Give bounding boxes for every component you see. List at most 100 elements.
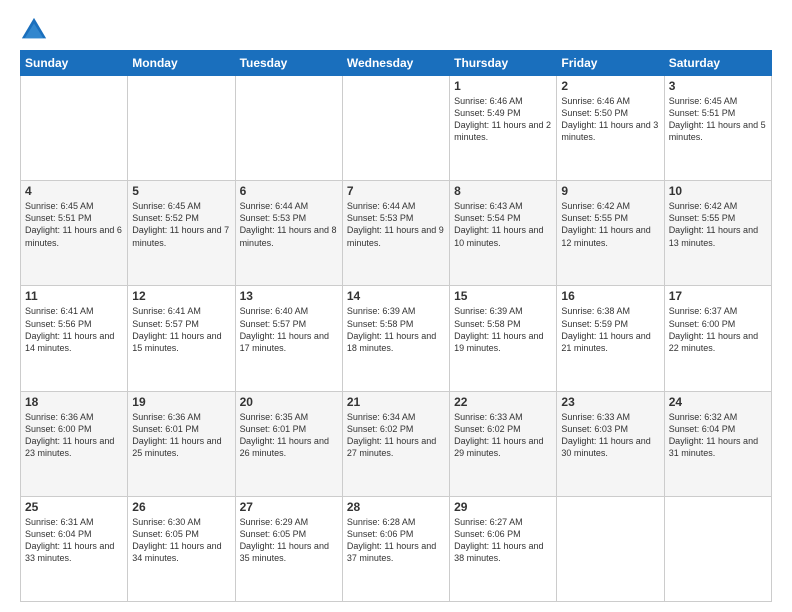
day-cell: 17 Sunrise: 6:37 AMSunset: 6:00 PMDayligh… xyxy=(664,286,771,391)
day-number: 13 xyxy=(240,289,338,303)
day-cell: 9 Sunrise: 6:42 AMSunset: 5:55 PMDaylight… xyxy=(557,181,664,286)
day-number: 20 xyxy=(240,395,338,409)
day-cell xyxy=(342,76,449,181)
day-info: Sunrise: 6:35 AMSunset: 6:01 PMDaylight:… xyxy=(240,411,338,460)
day-cell: 21Sunrise: 6:34 AMSunset: 6:02 PMDayligh… xyxy=(342,391,449,496)
day-number: 12 xyxy=(132,289,230,303)
day-info: Sunrise: 6:36 AMSunset: 6:00 PMDaylight:… xyxy=(25,411,123,460)
day-cell xyxy=(128,76,235,181)
day-cell: 7 Sunrise: 6:44 AMSunset: 5:53 PMDaylight… xyxy=(342,181,449,286)
day-cell: 2 Sunrise: 6:46 AMSunset: 5:50 PMDaylight… xyxy=(557,76,664,181)
day-number: 5 xyxy=(132,184,230,198)
day-cell: 1 Sunrise: 6:46 AMSunset: 5:49 PMDaylight… xyxy=(450,76,557,181)
header-sunday: Sunday xyxy=(21,51,128,76)
day-info: Sunrise: 6:41 AMSunset: 5:57 PMDaylight:… xyxy=(132,305,230,354)
day-info: Sunrise: 6:43 AMSunset: 5:54 PMDaylight:… xyxy=(454,200,552,249)
day-info: Sunrise: 6:40 AMSunset: 5:57 PMDaylight:… xyxy=(240,305,338,354)
logo xyxy=(20,16,50,44)
header-thursday: Thursday xyxy=(450,51,557,76)
day-info: Sunrise: 6:31 AMSunset: 6:04 PMDaylight:… xyxy=(25,516,123,565)
day-number: 23 xyxy=(561,395,659,409)
day-info: Sunrise: 6:41 AMSunset: 5:56 PMDaylight:… xyxy=(25,305,123,354)
header-wednesday: Wednesday xyxy=(342,51,449,76)
day-info: Sunrise: 6:32 AMSunset: 6:04 PMDaylight:… xyxy=(669,411,767,460)
day-cell: 4 Sunrise: 6:45 AMSunset: 5:51 PMDaylight… xyxy=(21,181,128,286)
day-info: Sunrise: 6:45 AMSunset: 5:52 PMDaylight:… xyxy=(132,200,230,249)
day-info: Sunrise: 6:27 AMSunset: 6:06 PMDaylight:… xyxy=(454,516,552,565)
header-monday: Monday xyxy=(128,51,235,76)
day-cell: 18 Sunrise: 6:36 AMSunset: 6:00 PMDayligh… xyxy=(21,391,128,496)
day-number: 29 xyxy=(454,500,552,514)
day-number: 19 xyxy=(132,395,230,409)
day-info: Sunrise: 6:46 AMSunset: 5:50 PMDaylight:… xyxy=(561,95,659,144)
day-info: Sunrise: 6:39 AMSunset: 5:58 PMDaylight:… xyxy=(347,305,445,354)
day-number: 1 xyxy=(454,79,552,93)
header-saturday: Saturday xyxy=(664,51,771,76)
day-info: Sunrise: 6:38 AMSunset: 5:59 PMDaylight:… xyxy=(561,305,659,354)
day-info: Sunrise: 6:44 AMSunset: 5:53 PMDaylight:… xyxy=(240,200,338,249)
day-info: Sunrise: 6:34 AMSunset: 6:02 PMDaylight:… xyxy=(347,411,445,460)
day-info: Sunrise: 6:30 AMSunset: 6:05 PMDaylight:… xyxy=(132,516,230,565)
day-cell: 13 Sunrise: 6:40 AMSunset: 5:57 PMDayligh… xyxy=(235,286,342,391)
day-info: Sunrise: 6:45 AMSunset: 5:51 PMDaylight:… xyxy=(25,200,123,249)
day-info: Sunrise: 6:45 AMSunset: 5:51 PMDaylight:… xyxy=(669,95,767,144)
day-number: 7 xyxy=(347,184,445,198)
day-info: Sunrise: 6:42 AMSunset: 5:55 PMDaylight:… xyxy=(561,200,659,249)
day-number: 10 xyxy=(669,184,767,198)
day-cell: 27 Sunrise: 6:29 AMSunset: 6:05 PMDayligh… xyxy=(235,496,342,601)
day-number: 24 xyxy=(669,395,767,409)
day-cell: 6 Sunrise: 6:44 AMSunset: 5:53 PMDaylight… xyxy=(235,181,342,286)
day-cell: 15 Sunrise: 6:39 AMSunset: 5:58 PMDayligh… xyxy=(450,286,557,391)
week-row-5: 25Sunrise: 6:31 AMSunset: 6:04 PMDayligh… xyxy=(21,496,772,601)
week-row-1: 1 Sunrise: 6:46 AMSunset: 5:49 PMDaylight… xyxy=(21,76,772,181)
day-info: Sunrise: 6:28 AMSunset: 6:06 PMDaylight:… xyxy=(347,516,445,565)
day-cell: 23 Sunrise: 6:33 AMSunset: 6:03 PMDayligh… xyxy=(557,391,664,496)
day-info: Sunrise: 6:33 AMSunset: 6:03 PMDaylight:… xyxy=(561,411,659,460)
calendar-table: Sunday Monday Tuesday Wednesday Thursday… xyxy=(20,50,772,602)
day-number: 26 xyxy=(132,500,230,514)
week-row-3: 11Sunrise: 6:41 AMSunset: 5:56 PMDayligh… xyxy=(21,286,772,391)
day-cell: 3 Sunrise: 6:45 AMSunset: 5:51 PMDaylight… xyxy=(664,76,771,181)
day-info: Sunrise: 6:36 AMSunset: 6:01 PMDaylight:… xyxy=(132,411,230,460)
day-cell xyxy=(664,496,771,601)
day-cell: 22 Sunrise: 6:33 AMSunset: 6:02 PMDayligh… xyxy=(450,391,557,496)
day-cell: 29 Sunrise: 6:27 AMSunset: 6:06 PMDayligh… xyxy=(450,496,557,601)
day-number: 22 xyxy=(454,395,552,409)
day-number: 4 xyxy=(25,184,123,198)
day-info: Sunrise: 6:39 AMSunset: 5:58 PMDaylight:… xyxy=(454,305,552,354)
day-cell: 20 Sunrise: 6:35 AMSunset: 6:01 PMDayligh… xyxy=(235,391,342,496)
day-number: 3 xyxy=(669,79,767,93)
day-info: Sunrise: 6:46 AMSunset: 5:49 PMDaylight:… xyxy=(454,95,552,144)
day-cell xyxy=(21,76,128,181)
day-cell: 24 Sunrise: 6:32 AMSunset: 6:04 PMDayligh… xyxy=(664,391,771,496)
day-cell: 28 Sunrise: 6:28 AMSunset: 6:06 PMDayligh… xyxy=(342,496,449,601)
day-info: Sunrise: 6:29 AMSunset: 6:05 PMDaylight:… xyxy=(240,516,338,565)
day-cell: 25Sunrise: 6:31 AMSunset: 6:04 PMDayligh… xyxy=(21,496,128,601)
day-number: 27 xyxy=(240,500,338,514)
week-row-2: 4 Sunrise: 6:45 AMSunset: 5:51 PMDaylight… xyxy=(21,181,772,286)
day-cell: 19 Sunrise: 6:36 AMSunset: 6:01 PMDayligh… xyxy=(128,391,235,496)
day-number: 9 xyxy=(561,184,659,198)
day-number: 17 xyxy=(669,289,767,303)
day-number: 28 xyxy=(347,500,445,514)
day-cell: 26 Sunrise: 6:30 AMSunset: 6:05 PMDayligh… xyxy=(128,496,235,601)
day-cell xyxy=(235,76,342,181)
day-info: Sunrise: 6:42 AMSunset: 5:55 PMDaylight:… xyxy=(669,200,767,249)
day-info: Sunrise: 6:33 AMSunset: 6:02 PMDaylight:… xyxy=(454,411,552,460)
day-number: 16 xyxy=(561,289,659,303)
day-info: Sunrise: 6:44 AMSunset: 5:53 PMDaylight:… xyxy=(347,200,445,249)
weekday-header-row: Sunday Monday Tuesday Wednesday Thursday… xyxy=(21,51,772,76)
day-number: 2 xyxy=(561,79,659,93)
day-number: 6 xyxy=(240,184,338,198)
day-number: 15 xyxy=(454,289,552,303)
day-cell: 12 Sunrise: 6:41 AMSunset: 5:57 PMDayligh… xyxy=(128,286,235,391)
day-cell: 14Sunrise: 6:39 AMSunset: 5:58 PMDayligh… xyxy=(342,286,449,391)
day-cell: 8 Sunrise: 6:43 AMSunset: 5:54 PMDaylight… xyxy=(450,181,557,286)
header-friday: Friday xyxy=(557,51,664,76)
day-cell: 5 Sunrise: 6:45 AMSunset: 5:52 PMDaylight… xyxy=(128,181,235,286)
day-cell xyxy=(557,496,664,601)
week-row-4: 18 Sunrise: 6:36 AMSunset: 6:00 PMDayligh… xyxy=(21,391,772,496)
day-number: 8 xyxy=(454,184,552,198)
day-number: 18 xyxy=(25,395,123,409)
day-info: Sunrise: 6:37 AMSunset: 6:00 PMDaylight:… xyxy=(669,305,767,354)
